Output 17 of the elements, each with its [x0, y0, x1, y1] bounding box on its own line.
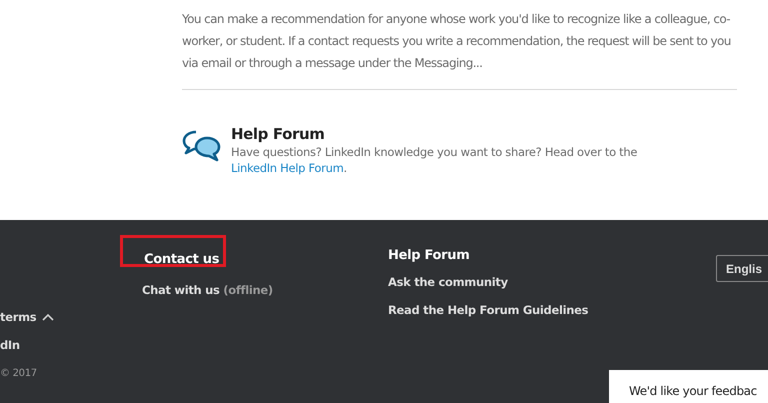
- chat-link[interactable]: Chat with us: [142, 283, 220, 297]
- status-text: (offline): [223, 283, 273, 297]
- column-heading: Contact us: [144, 252, 220, 267]
- footer-link[interactable]: dIn: [0, 331, 54, 359]
- help-forum-link[interactable]: LinkedIn Help Forum: [231, 161, 344, 175]
- period-text: .: [343, 161, 347, 175]
- terms-toggle[interactable]: terms: [0, 310, 36, 324]
- footer-link[interactable]: Read the Help Forum Guidelines: [388, 296, 588, 324]
- feedback-text: We'd like your feedbac: [629, 384, 757, 398]
- section-title: Help Forum: [231, 125, 326, 143]
- speech-bubbles-icon: [182, 129, 222, 163]
- section-description: Have questions? LinkedIn knowledge you want to share? Head over to the: [231, 145, 638, 159]
- column-heading: Help Forum: [388, 248, 470, 265]
- article-summary: You can make a recommendation for anyone whose work you'd like to recognize like a colleague, co-worker, or student. If a contact requests you write a recommendation, the request will be sent to you via email or through a message under the Messaging...: [182, 11, 732, 72]
- copyright-text: © 2017: [0, 366, 38, 380]
- footer-link[interactable]: Ask the community: [388, 268, 588, 296]
- language-button[interactable]: Englis: [716, 255, 768, 282]
